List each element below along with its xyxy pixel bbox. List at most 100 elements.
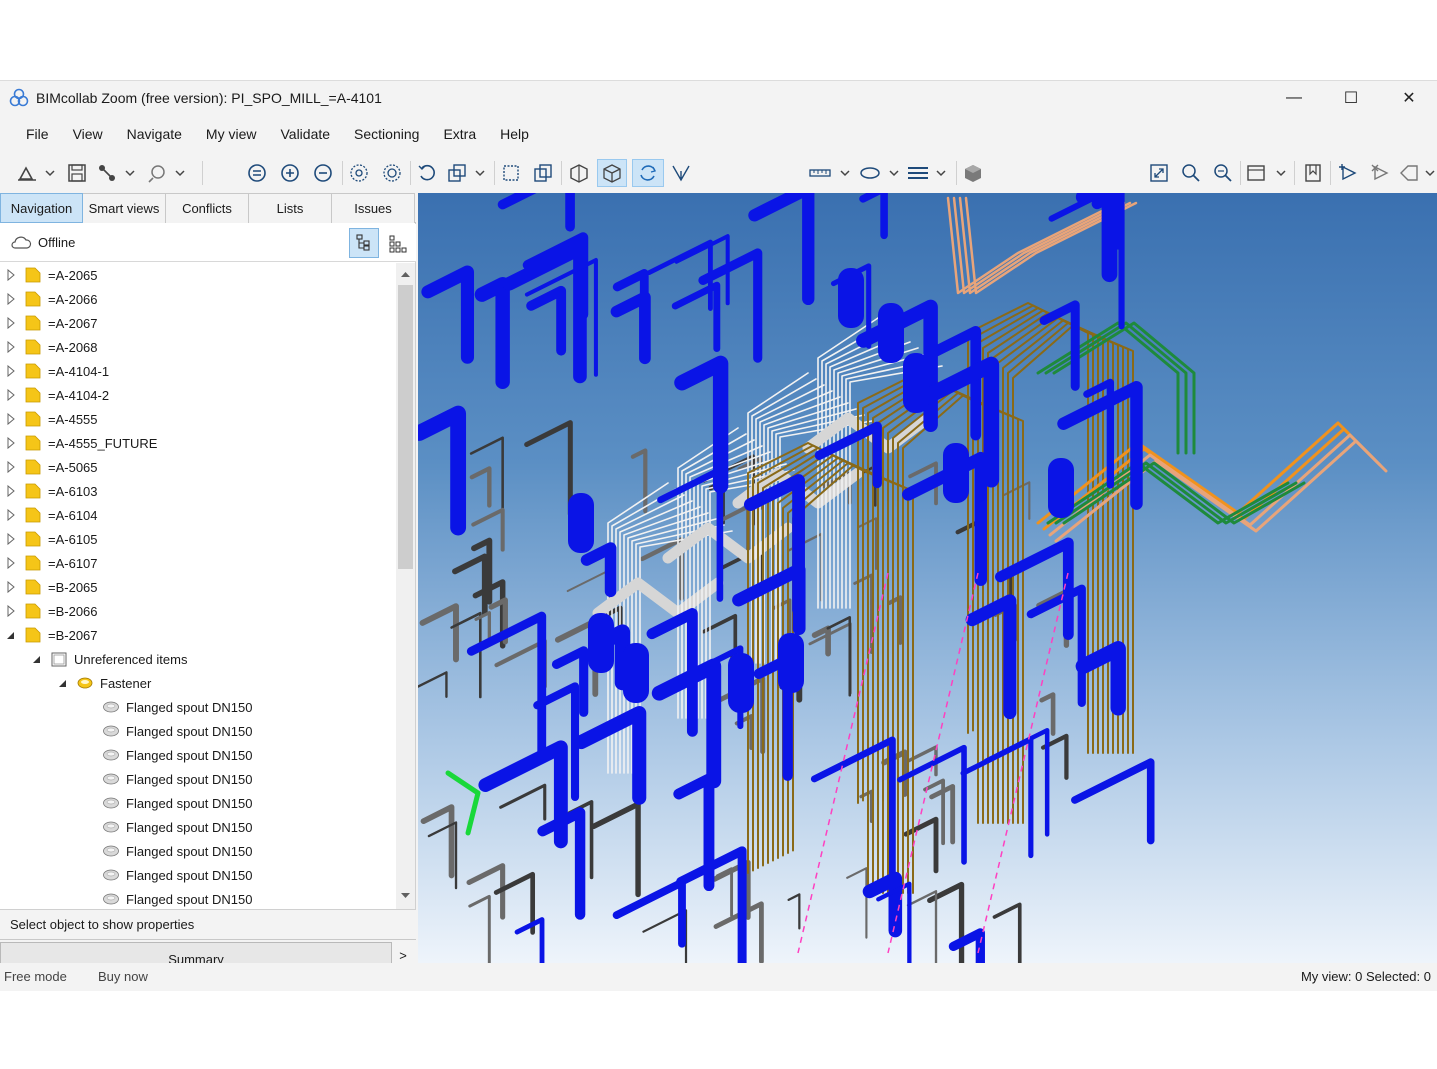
expand-arrow-icon[interactable]	[4, 436, 18, 450]
tree-item[interactable]: Flanged spout DN150	[82, 815, 252, 839]
scroll-down-icon[interactable]	[396, 887, 415, 903]
expand-arrow-icon[interactable]	[4, 460, 18, 474]
share-button[interactable]	[94, 159, 138, 187]
menu-file[interactable]: File	[14, 126, 61, 142]
tab-lists[interactable]: Lists	[249, 193, 332, 223]
expand-arrow-icon[interactable]	[4, 388, 18, 402]
expand-arrow-icon[interactable]	[4, 532, 18, 546]
link-button[interactable]	[144, 159, 188, 187]
close-button[interactable]: ✕	[1380, 81, 1437, 115]
menu-view[interactable]: View	[61, 126, 115, 142]
fullscreen-button[interactable]	[1146, 159, 1172, 187]
3d-viewport[interactable]	[418, 193, 1437, 963]
folder-icon	[25, 339, 41, 355]
piping-model-render[interactable]	[418, 193, 1437, 963]
menu-navigate[interactable]: Navigate	[115, 126, 194, 142]
expand-arrow-icon[interactable]	[4, 556, 18, 570]
tree-node[interactable]: =A-6107	[4, 551, 98, 575]
expand-arrow-icon[interactable]	[4, 292, 18, 306]
expand-arrow-icon[interactable]	[4, 268, 18, 282]
minimize-button[interactable]: —	[1265, 81, 1323, 115]
tab-smart-views[interactable]: Smart views	[83, 193, 166, 223]
box-button[interactable]	[498, 159, 524, 187]
find-button[interactable]	[1210, 159, 1236, 187]
expand-arrow-icon[interactable]	[4, 364, 18, 378]
tree-node[interactable]: =A-4555_FUTURE	[4, 431, 157, 455]
zoom-out-button[interactable]	[310, 159, 336, 187]
scroll-up-icon[interactable]	[396, 267, 415, 283]
tree-scrollbar[interactable]	[396, 263, 415, 909]
menu-help[interactable]: Help	[488, 126, 541, 142]
grid-view-button[interactable]	[382, 228, 412, 258]
save-button[interactable]	[64, 159, 90, 187]
tree-item[interactable]: Flanged spout DN150	[82, 695, 252, 719]
rotate-button[interactable]	[632, 159, 664, 187]
tree-item[interactable]: Flanged spout DN150	[82, 767, 252, 791]
expand-arrow-icon[interactable]	[4, 580, 18, 594]
tree-item[interactable]: Flanged spout DN150	[82, 743, 252, 767]
tree-view-button[interactable]	[349, 228, 379, 258]
tree-node[interactable]: =A-6103	[4, 479, 98, 503]
tree-node[interactable]: =A-2068	[4, 335, 98, 359]
expand-arrow-icon[interactable]	[4, 316, 18, 330]
menu-sectioning[interactable]: Sectioning	[342, 126, 431, 142]
expand-arrow-icon[interactable]	[4, 340, 18, 354]
tree-node[interactable]: =B-2067	[4, 623, 98, 647]
buy-now-link[interactable]: Buy now	[98, 969, 148, 984]
tree-node[interactable]: Fastener	[56, 671, 151, 695]
tab-conflicts[interactable]: Conflicts	[166, 193, 249, 223]
tree-node[interactable]: Unreferenced items	[30, 647, 187, 671]
undo-view-button[interactable]	[414, 159, 440, 187]
zoom-fit-button[interactable]	[244, 159, 270, 187]
collapse-arrow-icon[interactable]	[56, 676, 70, 690]
tag-button[interactable]	[1398, 159, 1436, 187]
tree-node[interactable]: =A-5065	[4, 455, 98, 479]
tree-item[interactable]: Flanged spout DN150	[82, 719, 252, 743]
tree-node[interactable]: =A-4555	[4, 407, 98, 431]
tree-node[interactable]: =A-4104-2	[4, 383, 109, 407]
tree-node[interactable]: =A-6105	[4, 527, 98, 551]
menu-my-view[interactable]: My view	[194, 126, 269, 142]
display-button[interactable]	[1244, 159, 1290, 187]
lines-button[interactable]	[904, 159, 950, 187]
tab-navigation[interactable]: Navigation	[0, 193, 83, 223]
collapse-arrow-icon[interactable]	[30, 652, 44, 666]
tree-item[interactable]: Flanged spout DN150	[82, 887, 252, 909]
issue-add-button[interactable]	[1336, 159, 1362, 187]
tab-issues[interactable]: Issues	[332, 193, 415, 223]
tree-item[interactable]: Flanged spout DN150	[82, 791, 252, 815]
maximize-button[interactable]: ☐	[1322, 81, 1380, 115]
tree-node[interactable]: =A-2066	[4, 287, 98, 311]
cube-button[interactable]	[597, 159, 627, 187]
measure-button[interactable]	[806, 159, 852, 187]
copy-button[interactable]	[530, 159, 556, 187]
fly-button[interactable]	[668, 159, 694, 187]
scroll-thumb[interactable]	[398, 285, 413, 569]
view-select-button[interactable]	[444, 159, 488, 187]
tree-node[interactable]: =A-4104-1	[4, 359, 109, 383]
section-button[interactable]	[566, 159, 592, 187]
tree-node[interactable]: =B-2065	[4, 575, 98, 599]
open-button[interactable]	[14, 159, 58, 187]
tree-item[interactable]: Flanged spout DN150	[82, 839, 252, 863]
collapse-arrow-icon[interactable]	[4, 628, 18, 642]
zoom-in-button[interactable]	[277, 159, 303, 187]
expand-arrow-icon[interactable]	[4, 604, 18, 618]
walk-button[interactable]	[379, 159, 405, 187]
tree-node[interactable]: =B-2066	[4, 599, 98, 623]
tree-node[interactable]: =A-6104	[4, 503, 98, 527]
menu-validate[interactable]: Validate	[268, 126, 342, 142]
orbit-button[interactable]	[346, 159, 372, 187]
tree-node[interactable]: =A-2067	[4, 311, 98, 335]
search-button[interactable]	[1178, 159, 1204, 187]
menu-extra[interactable]: Extra	[431, 126, 488, 142]
expand-arrow-icon[interactable]	[4, 412, 18, 426]
expand-arrow-icon[interactable]	[4, 484, 18, 498]
issue-remove-button[interactable]	[1368, 159, 1394, 187]
render-button[interactable]	[960, 159, 986, 187]
expand-arrow-icon[interactable]	[4, 508, 18, 522]
bookmark-button[interactable]	[1300, 159, 1326, 187]
tree-item[interactable]: Flanged spout DN150	[82, 863, 252, 887]
ellipse-button[interactable]	[858, 159, 902, 187]
tree-node[interactable]: =A-2065	[4, 263, 98, 287]
